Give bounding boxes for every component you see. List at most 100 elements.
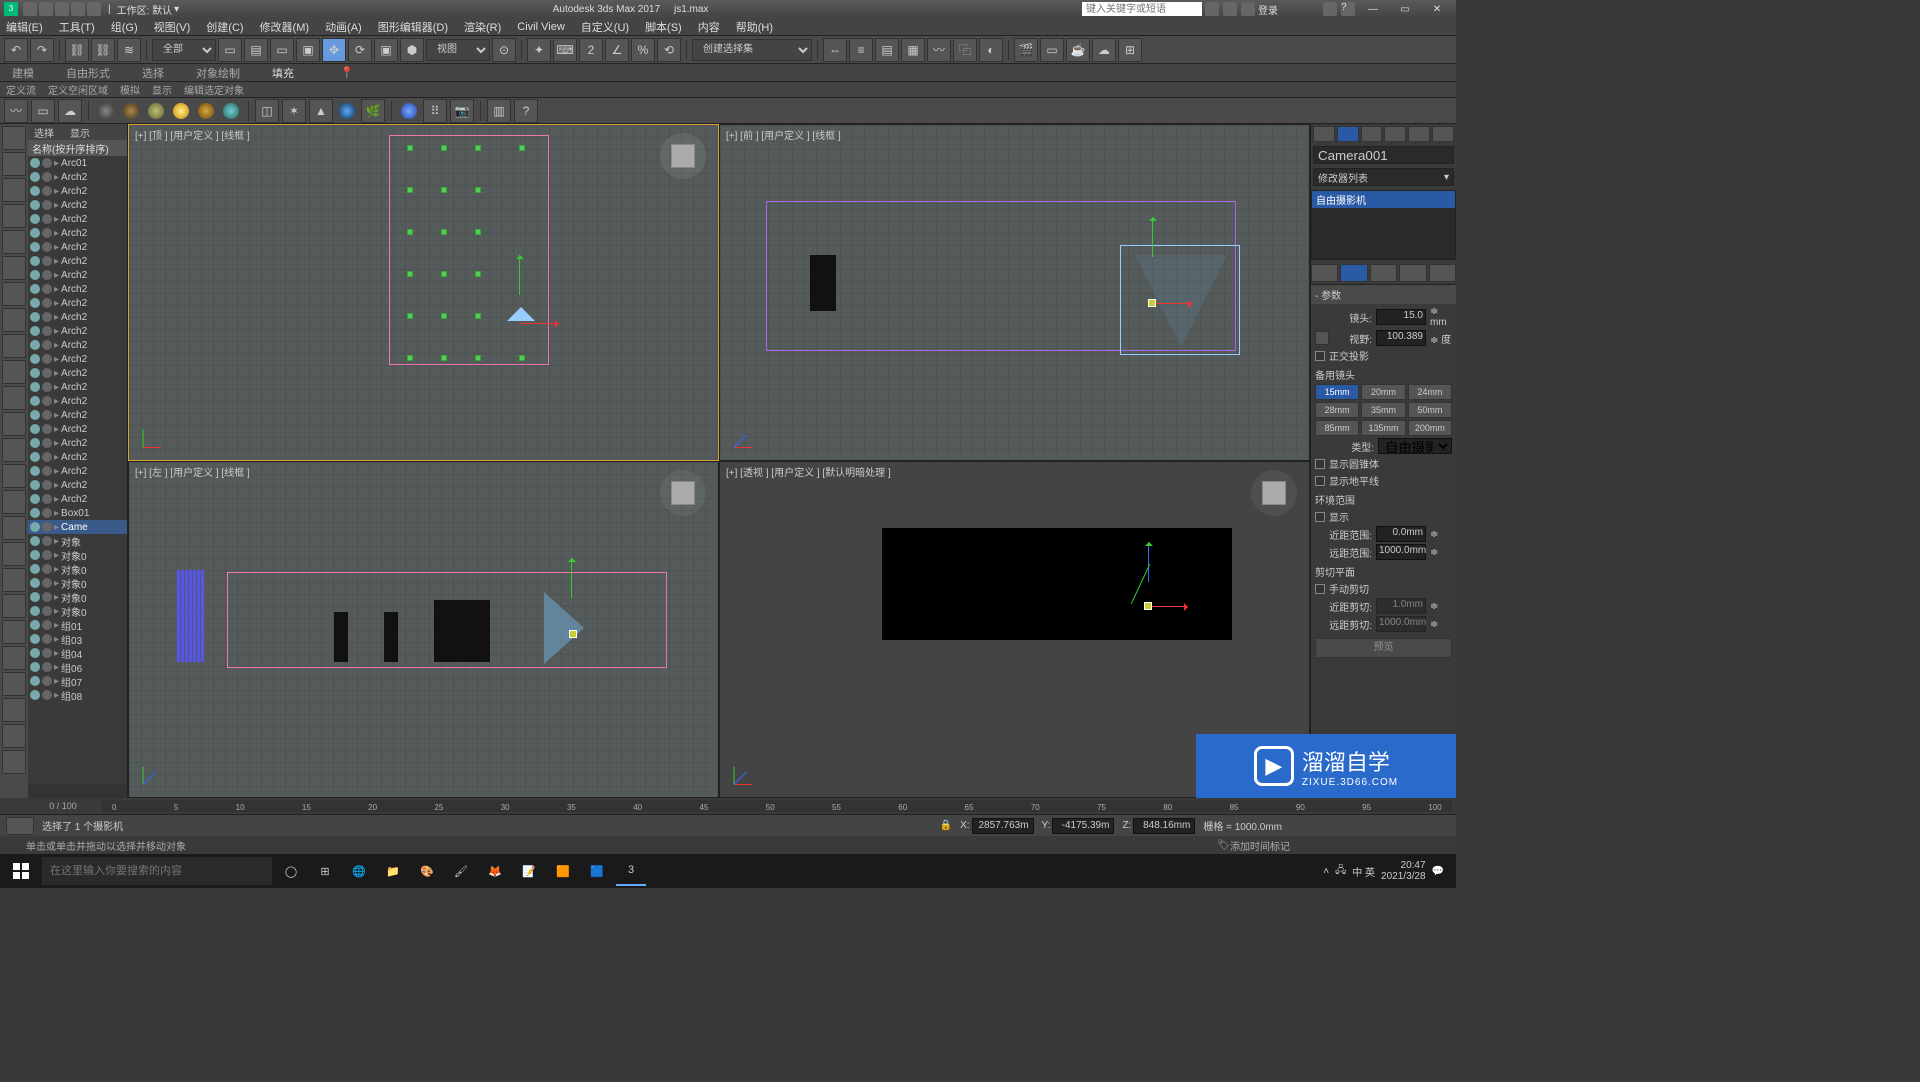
plant-icon[interactable]: 🌿 bbox=[361, 99, 385, 123]
qat-new-icon[interactable] bbox=[23, 2, 37, 16]
spinner-snap-button[interactable]: ⟲ bbox=[657, 38, 681, 62]
freeze-icon[interactable] bbox=[42, 494, 52, 504]
ref-coord-dropdown[interactable]: 视图 bbox=[426, 39, 490, 61]
visibility-icon[interactable] bbox=[30, 606, 40, 616]
menu-render[interactable]: 渲染(R) bbox=[464, 19, 501, 35]
viewport-label-left[interactable]: [+] [左 ] [用户定义 ] [线框 ] bbox=[135, 464, 250, 479]
cortana-icon[interactable]: ◯ bbox=[276, 856, 306, 886]
ribbon-tab-populate[interactable]: 填充 bbox=[266, 65, 300, 81]
pyramid-icon[interactable]: ▲ bbox=[309, 99, 333, 123]
schematic-button[interactable]: ⿻ bbox=[953, 38, 977, 62]
scene-row[interactable]: ▸Arch2 bbox=[28, 422, 127, 436]
freeze-icon[interactable] bbox=[42, 508, 52, 518]
preview-button[interactable]: 预览 bbox=[1315, 638, 1452, 658]
visibility-icon[interactable] bbox=[30, 536, 40, 546]
workspace-label[interactable]: 工作区: 默认 bbox=[117, 2, 173, 17]
freeze-icon[interactable] bbox=[42, 550, 52, 560]
se-tool-14[interactable] bbox=[2, 464, 26, 488]
freeze-icon[interactable] bbox=[42, 620, 52, 630]
stack-config-button[interactable] bbox=[1429, 264, 1456, 282]
subpanel-idle[interactable]: 定义空闲区域 bbox=[48, 82, 108, 97]
visibility-icon[interactable] bbox=[30, 270, 40, 280]
visibility-icon[interactable] bbox=[30, 284, 40, 294]
se-tool-20[interactable] bbox=[2, 620, 26, 644]
fov-direction-button[interactable] bbox=[1315, 331, 1329, 345]
se-tool-1[interactable] bbox=[2, 126, 26, 150]
textures-button[interactable]: ◫ bbox=[255, 99, 279, 123]
orb-teal[interactable] bbox=[220, 100, 242, 122]
cmd-display-tab[interactable] bbox=[1408, 126, 1430, 142]
lens-preset-button[interactable]: 135mm bbox=[1361, 420, 1405, 436]
viewport-top[interactable]: [+] [顶 ] [用户定义 ] [线框 ] bbox=[129, 125, 718, 460]
app-icon[interactable]: 3 bbox=[4, 2, 18, 16]
scene-row[interactable]: ▸Arch2 bbox=[28, 170, 127, 184]
menu-graph[interactable]: 图形编辑器(D) bbox=[378, 19, 448, 35]
freeze-icon[interactable] bbox=[42, 368, 52, 378]
visibility-icon[interactable] bbox=[30, 200, 40, 210]
se-tool-22[interactable] bbox=[2, 672, 26, 696]
menu-content[interactable]: 内容 bbox=[698, 19, 720, 35]
scene-row[interactable]: ▸Arch2 bbox=[28, 408, 127, 422]
toggle-ribbon-button[interactable]: ▦ bbox=[901, 38, 925, 62]
menu-create[interactable]: 创建(C) bbox=[206, 19, 243, 35]
material-editor-button[interactable]: ◐ bbox=[979, 38, 1003, 62]
visibility-icon[interactable] bbox=[30, 158, 40, 168]
menu-civilview[interactable]: Civil View bbox=[517, 21, 564, 33]
freeze-icon[interactable] bbox=[42, 214, 52, 224]
camera-type-dropdown[interactable]: 自由摄影机 bbox=[1378, 438, 1452, 454]
lens-preset-button[interactable]: 15mm bbox=[1315, 384, 1359, 400]
scene-row[interactable]: ▸Arc01 bbox=[28, 156, 127, 170]
start-button[interactable] bbox=[4, 856, 38, 886]
scene-row[interactable]: ▸对象0 bbox=[28, 604, 127, 618]
se-tool-15[interactable] bbox=[2, 490, 26, 514]
select-scale-button[interactable]: ▣ bbox=[374, 38, 398, 62]
freeze-icon[interactable] bbox=[42, 200, 52, 210]
lock-icon[interactable]: 🔒 bbox=[940, 820, 952, 831]
qat-undo-icon[interactable] bbox=[71, 2, 85, 16]
menu-help[interactable]: 帮助(H) bbox=[736, 19, 773, 35]
freeze-icon[interactable] bbox=[42, 396, 52, 406]
modifier-stack[interactable]: 自由摄影机 bbox=[1311, 190, 1456, 260]
taskview-icon[interactable]: ⊞ bbox=[310, 856, 340, 886]
visibility-icon[interactable] bbox=[30, 256, 40, 266]
camera-icon[interactable]: 📷 bbox=[450, 99, 474, 123]
se-tool-11[interactable] bbox=[2, 386, 26, 410]
render-frame-button[interactable]: ▭ bbox=[1040, 38, 1064, 62]
clock-date[interactable]: 2021/3/28 bbox=[1381, 871, 1426, 882]
freeze-icon[interactable] bbox=[42, 382, 52, 392]
snap-2d-button[interactable]: 2 bbox=[579, 38, 603, 62]
freeze-icon[interactable] bbox=[42, 158, 52, 168]
subpanel-display[interactable]: 显示 bbox=[152, 82, 172, 97]
freeze-icon[interactable] bbox=[42, 522, 52, 532]
subpanel-flow[interactable]: 定义流 bbox=[6, 82, 36, 97]
freeze-icon[interactable] bbox=[42, 634, 52, 644]
coord-z[interactable]: 848.16mm bbox=[1133, 818, 1195, 834]
stack-unique-button[interactable] bbox=[1370, 264, 1397, 282]
se-select-tab[interactable]: 选择 bbox=[34, 125, 54, 140]
visibility-icon[interactable] bbox=[30, 480, 40, 490]
select-manipulate-button[interactable]: ✦ bbox=[527, 38, 551, 62]
modifier-list-dropdown[interactable]: 修改器列表▾ bbox=[1313, 168, 1454, 186]
fov-value[interactable]: 100.389 bbox=[1376, 330, 1426, 346]
scene-row[interactable]: ▸Arch2 bbox=[28, 254, 127, 268]
visibility-icon[interactable] bbox=[30, 340, 40, 350]
freeze-icon[interactable] bbox=[42, 186, 52, 196]
scene-row[interactable]: ▸Arch2 bbox=[28, 226, 127, 240]
visibility-icon[interactable] bbox=[30, 592, 40, 602]
star-icon[interactable] bbox=[1223, 2, 1237, 16]
far-range-value[interactable]: 1000.0mm bbox=[1376, 544, 1426, 560]
app-icon-5[interactable]: 🟦 bbox=[582, 856, 612, 886]
taskbar-search-input[interactable] bbox=[42, 857, 272, 885]
menu-animation[interactable]: 动画(A) bbox=[325, 19, 362, 35]
freeze-icon[interactable] bbox=[42, 690, 52, 700]
freeze-icon[interactable] bbox=[42, 298, 52, 308]
se-tool-8[interactable] bbox=[2, 308, 26, 332]
mirror-button[interactable]: ⇔ bbox=[823, 38, 847, 62]
lens-preset-button[interactable]: 28mm bbox=[1315, 402, 1359, 418]
env-show-checkbox[interactable]: 显示 bbox=[1315, 509, 1452, 524]
coord-x[interactable]: 2857.763m bbox=[972, 818, 1034, 834]
freeze-icon[interactable] bbox=[42, 466, 52, 476]
coord-y[interactable]: -4175.39m bbox=[1052, 818, 1114, 834]
freeze-icon[interactable] bbox=[42, 172, 52, 182]
visibility-icon[interactable] bbox=[30, 298, 40, 308]
